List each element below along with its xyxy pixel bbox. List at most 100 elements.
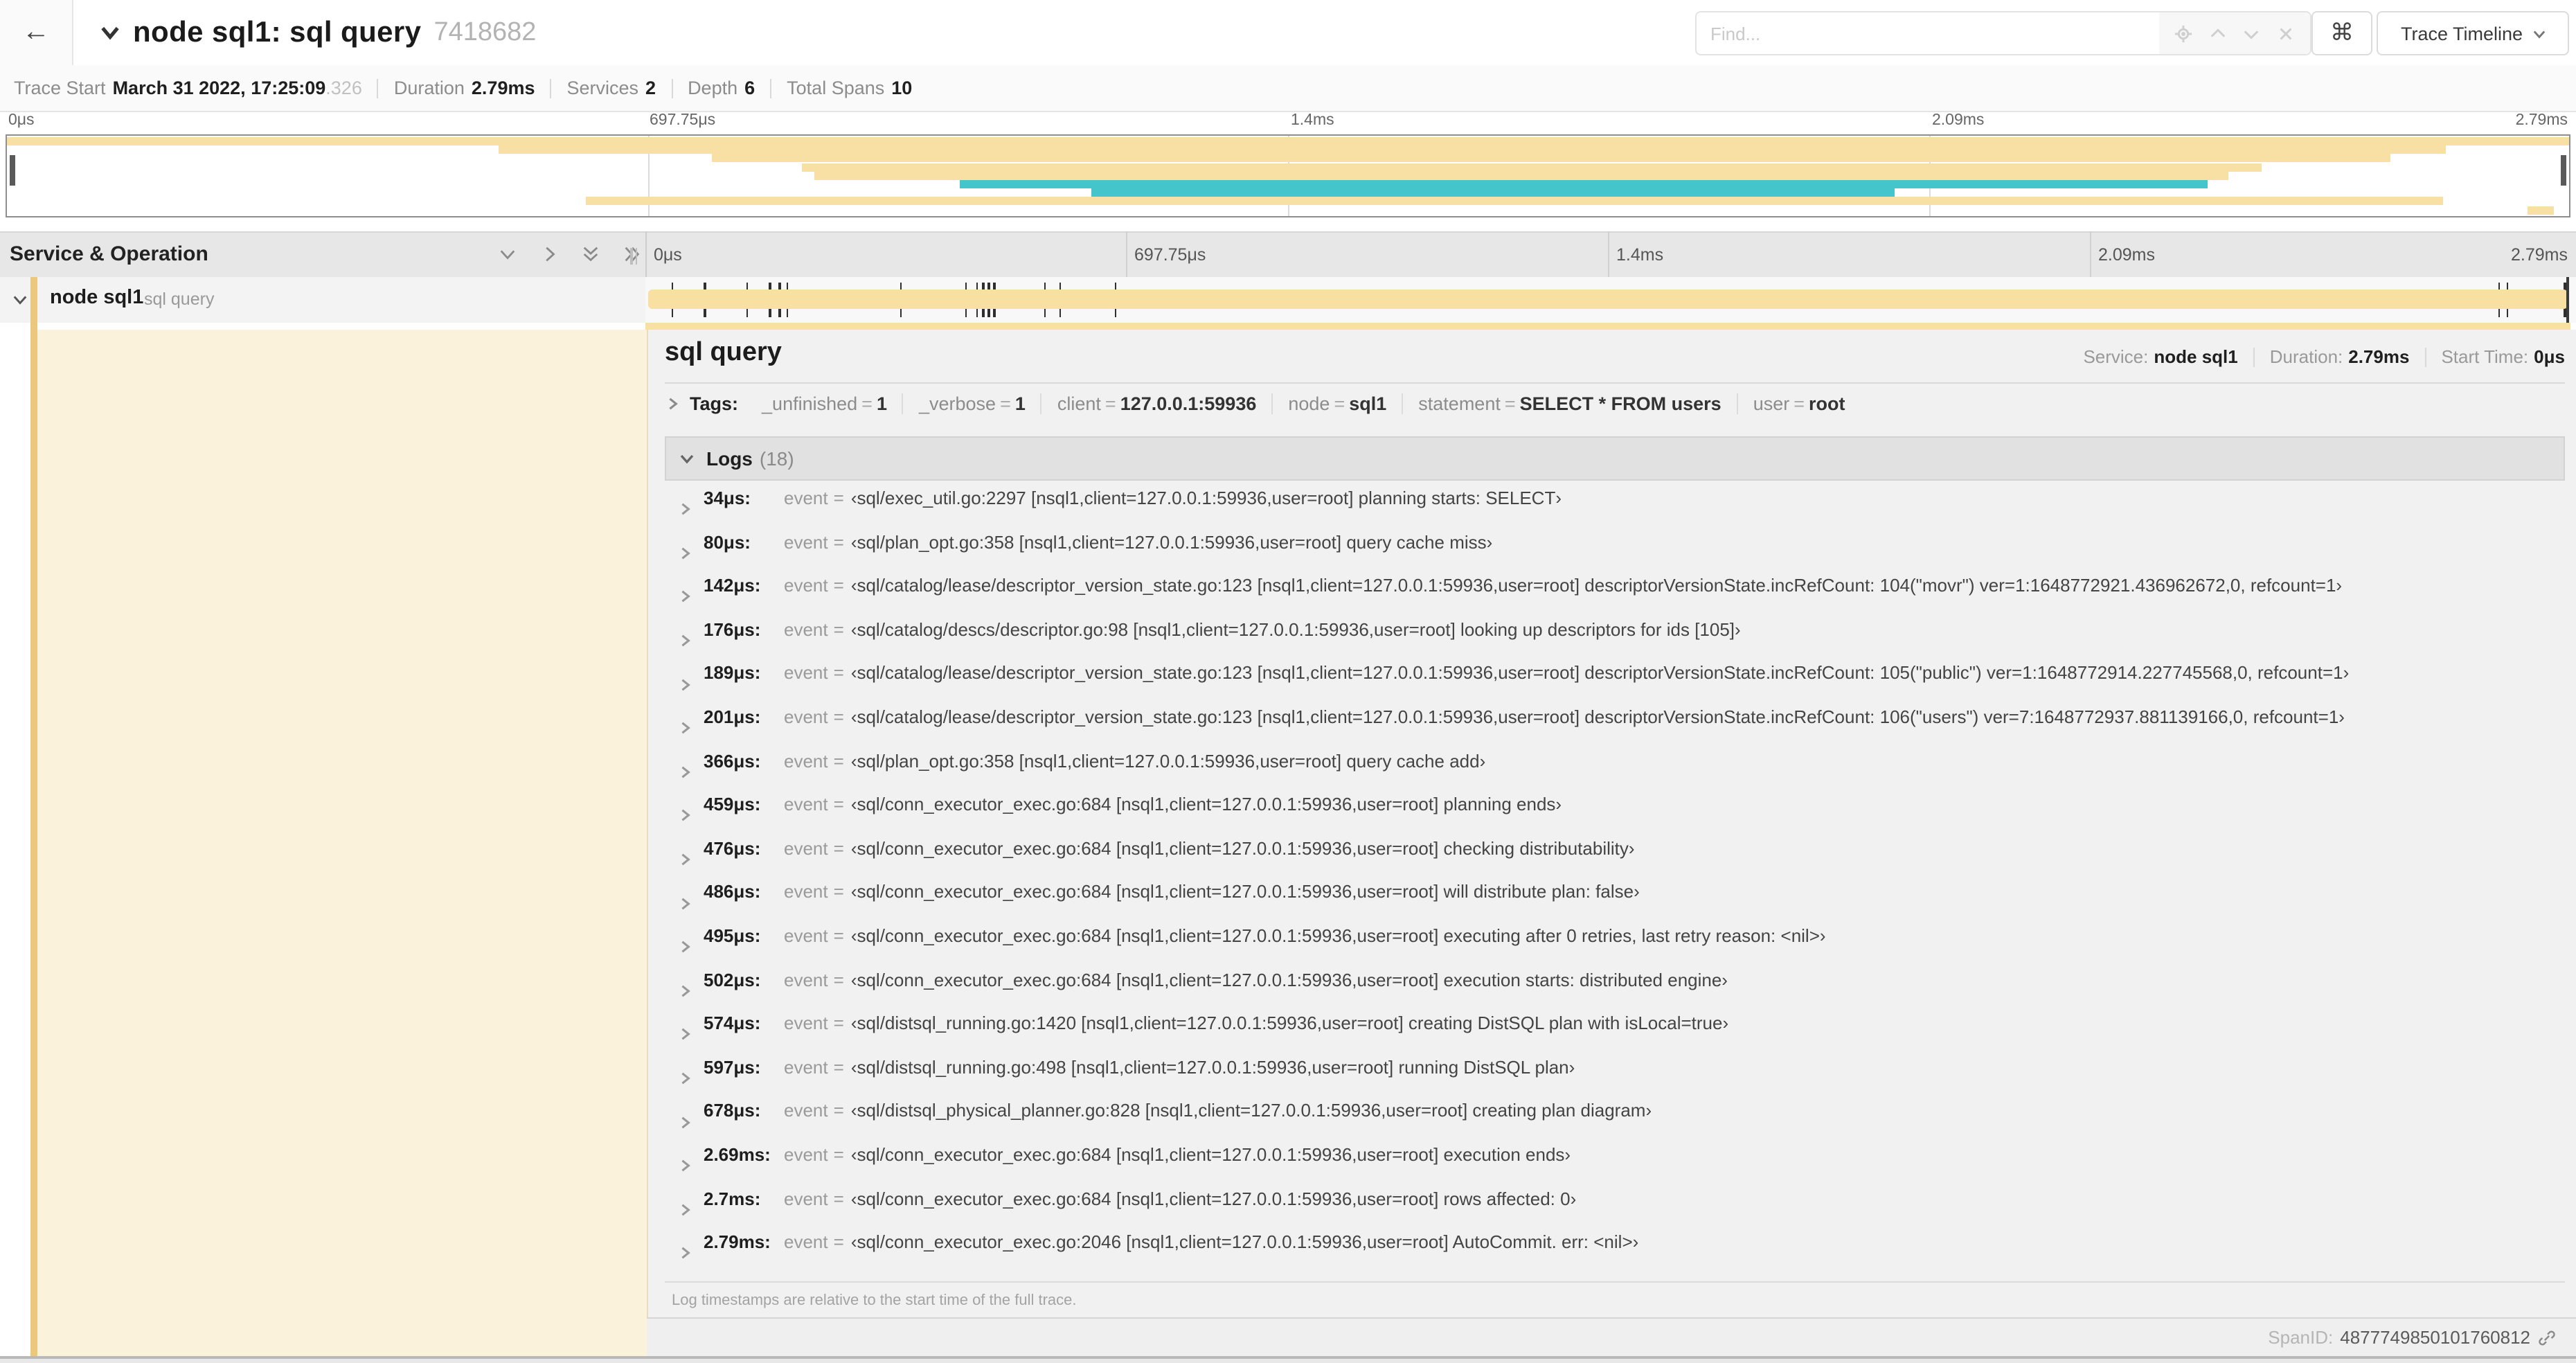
- span-color-stripe: [30, 277, 37, 1356]
- find-input[interactable]: [1697, 12, 2159, 54]
- logs-list: 34μs: event = ‹sql/exec_util.go:2297 [ns…: [665, 488, 2565, 1275]
- view-selector-label: Trace Timeline: [2400, 23, 2523, 44]
- log-key: event: [784, 969, 828, 990]
- log-expand-chevron-right-icon: [681, 1116, 690, 1128]
- back-button[interactable]: ←: [0, 0, 73, 65]
- log-timestamp: 2.79ms:: [704, 1231, 771, 1253]
- trace-start-value: March 31 2022, 17:25:09: [112, 78, 326, 98]
- log-timestamp: 2.7ms:: [704, 1188, 761, 1209]
- logs-collapse-chevron-down-icon: [680, 454, 694, 464]
- log-key: event: [784, 925, 828, 946]
- log-key: event: [784, 1231, 828, 1253]
- log-entry-row[interactable]: 495μs: event = ‹sql/conn_executor_exec.g…: [665, 925, 2565, 969]
- minimap-tick-label: 0μs: [8, 112, 35, 129]
- log-entry-row[interactable]: 502μs: event = ‹sql/conn_executor_exec.g…: [665, 969, 2565, 1013]
- log-entry-row[interactable]: 2.79ms: event = ‹sql/conn_executor_exec.…: [665, 1231, 2565, 1275]
- trace-timeline-page: ← node sql1: sql query 7418682 ⌘ Trace T…: [0, 0, 2576, 1363]
- tag-pill: node = sql1: [1273, 393, 1404, 414]
- log-entry-row[interactable]: 486μs: event = ‹sql/conn_executor_exec.g…: [665, 882, 2565, 925]
- tag-pill: user = root: [1753, 393, 1845, 414]
- log-entry-row[interactable]: 459μs: event = ‹sql/conn_executor_exec.g…: [665, 794, 2565, 837]
- log-timestamp: 502μs:: [704, 969, 761, 990]
- log-entry-row[interactable]: 201μs: event = ‹sql/catalog/lease/descri…: [665, 706, 2565, 750]
- log-entry-row[interactable]: 678μs: event = ‹sql/distsql_physical_pla…: [665, 1101, 2565, 1144]
- log-entry-row[interactable]: 366μs: event = ‹sql/plan_opt.go:358 [nsq…: [665, 750, 2565, 794]
- log-key: event: [784, 750, 828, 772]
- depth-value: 6: [744, 78, 755, 98]
- log-expand-chevron-right-icon: [681, 678, 690, 691]
- log-entry-row[interactable]: 2.69ms: event = ‹sql/conn_executor_exec.…: [665, 1144, 2565, 1188]
- span-collapse-chevron-down-icon[interactable]: [12, 292, 28, 308]
- log-timestamp: 34μs:: [704, 488, 751, 508]
- minimap-tick-label: 2.09ms: [1932, 112, 1985, 129]
- tag-pill: client = 127.0.0.1:59936: [1042, 393, 1273, 414]
- minimap-axis: 0μs 697.75μs 1.4ms 2.09ms 2.79ms: [0, 112, 2576, 133]
- column-resizer-handle[interactable]: [630, 248, 637, 265]
- log-timestamp: 189μs:: [704, 662, 761, 684]
- log-value: ‹sql/plan_opt.go:358 [nsql1,client=127.0…: [850, 531, 1493, 553]
- service-label: Service:: [2083, 346, 2149, 367]
- log-timestamp: 597μs:: [704, 1056, 761, 1078]
- find-box: [1695, 11, 2311, 55]
- log-timestamp: 80μs:: [704, 531, 751, 553]
- minimap-tick-label: 697.75μs: [650, 112, 716, 129]
- log-key: event: [784, 662, 828, 684]
- log-timestamp: 366μs:: [704, 750, 761, 772]
- keyboard-shortcuts-button[interactable]: ⌘: [2311, 11, 2372, 55]
- log-expand-chevron-right-icon: [681, 810, 690, 822]
- collapse-trace-chevron-down-icon[interactable]: [100, 22, 120, 43]
- log-entry-row[interactable]: 476μs: event = ‹sql/conn_executor_exec.g…: [665, 838, 2565, 882]
- log-entry-row[interactable]: 574μs: event = ‹sql/distsql_running.go:1…: [665, 1013, 2565, 1056]
- minimap-span-bar: [586, 197, 2444, 206]
- service-operation-header: Service & Operation: [10, 242, 208, 266]
- clear-find-close-icon[interactable]: [2276, 24, 2294, 42]
- axis-label: 0μs: [654, 245, 682, 265]
- collapse-one-chevron-down-icon[interactable]: [499, 245, 517, 263]
- log-value: ‹sql/distsql_physical_planner.go:828 [ns…: [850, 1100, 1652, 1121]
- timeline-minimap[interactable]: [6, 134, 2570, 217]
- next-result-chevron-down-icon[interactable]: [2242, 24, 2260, 42]
- collapse-all-double-chevron-down-icon[interactable]: [582, 245, 600, 263]
- log-entry-row[interactable]: 142μs: event = ‹sql/catalog/lease/descri…: [665, 575, 2565, 618]
- log-expand-chevron-right-icon: [681, 1028, 690, 1041]
- log-timestamp: 142μs:: [704, 575, 761, 596]
- prev-result-chevron-up-icon[interactable]: [2209, 24, 2227, 42]
- log-entry-row[interactable]: 189μs: event = ‹sql/catalog/lease/descri…: [665, 663, 2565, 706]
- span-id-value: 4877749850101760812: [2340, 1327, 2530, 1348]
- log-expand-chevron-right-icon: [681, 591, 690, 603]
- trace-title: node sql1: sql query: [133, 16, 422, 48]
- logs-section-header[interactable]: Logs (18): [665, 436, 2565, 481]
- log-value: ‹sql/catalog/lease/descriptor_version_st…: [850, 662, 2350, 684]
- log-entry-row[interactable]: 176μs: event = ‹sql/catalog/descs/descri…: [665, 619, 2565, 663]
- deep-link-icon[interactable]: [2537, 1328, 2557, 1347]
- tag-pill: _verbose = 1: [904, 393, 1042, 414]
- log-key: event: [784, 1143, 828, 1165]
- span-duration-bar[interactable]: [648, 289, 2568, 309]
- log-entry-row[interactable]: 80μs: event = ‹sql/plan_opt.go:358 [nsql…: [665, 531, 2565, 575]
- view-selector-button[interactable]: Trace Timeline: [2377, 11, 2569, 55]
- log-entry-row[interactable]: 597μs: event = ‹sql/distsql_running.go:4…: [665, 1056, 2565, 1100]
- axis-label: 2.09ms: [2098, 245, 2155, 265]
- log-expand-chevron-right-icon: [681, 1072, 690, 1085]
- log-entry-row[interactable]: 34μs: event = ‹sql/exec_util.go:2297 [ns…: [665, 488, 2565, 531]
- axis-label: 2.79ms: [2511, 245, 2568, 265]
- log-key: event: [784, 531, 828, 553]
- log-entry-row[interactable]: 2.7ms: event = ‹sql/conn_executor_exec.g…: [665, 1188, 2565, 1231]
- log-key: event: [784, 1013, 828, 1034]
- minimap-span-bar: [2528, 206, 2554, 215]
- service-value: node sql1: [2154, 346, 2238, 367]
- duration-label: Duration: [393, 78, 465, 98]
- minimap-left-drag-handle[interactable]: [10, 155, 15, 186]
- tags-expand-chevron-right-icon[interactable]: [666, 398, 679, 410]
- logs-count: (18): [759, 447, 794, 470]
- expand-one-chevron-right-icon[interactable]: [540, 245, 558, 263]
- tags-label[interactable]: Tags:: [690, 393, 738, 414]
- minimap-right-drag-handle[interactable]: [2561, 155, 2566, 186]
- locate-icon[interactable]: [2175, 24, 2193, 42]
- axis-label: 697.75μs: [1134, 245, 1206, 265]
- duration-value: 2.79ms: [2348, 346, 2410, 367]
- log-expand-chevron-right-icon: [681, 1247, 690, 1260]
- log-timestamp: 486μs:: [704, 881, 761, 902]
- minimap-span-bar: [7, 137, 2569, 146]
- tag-pill: _unfinished = 1: [746, 393, 904, 414]
